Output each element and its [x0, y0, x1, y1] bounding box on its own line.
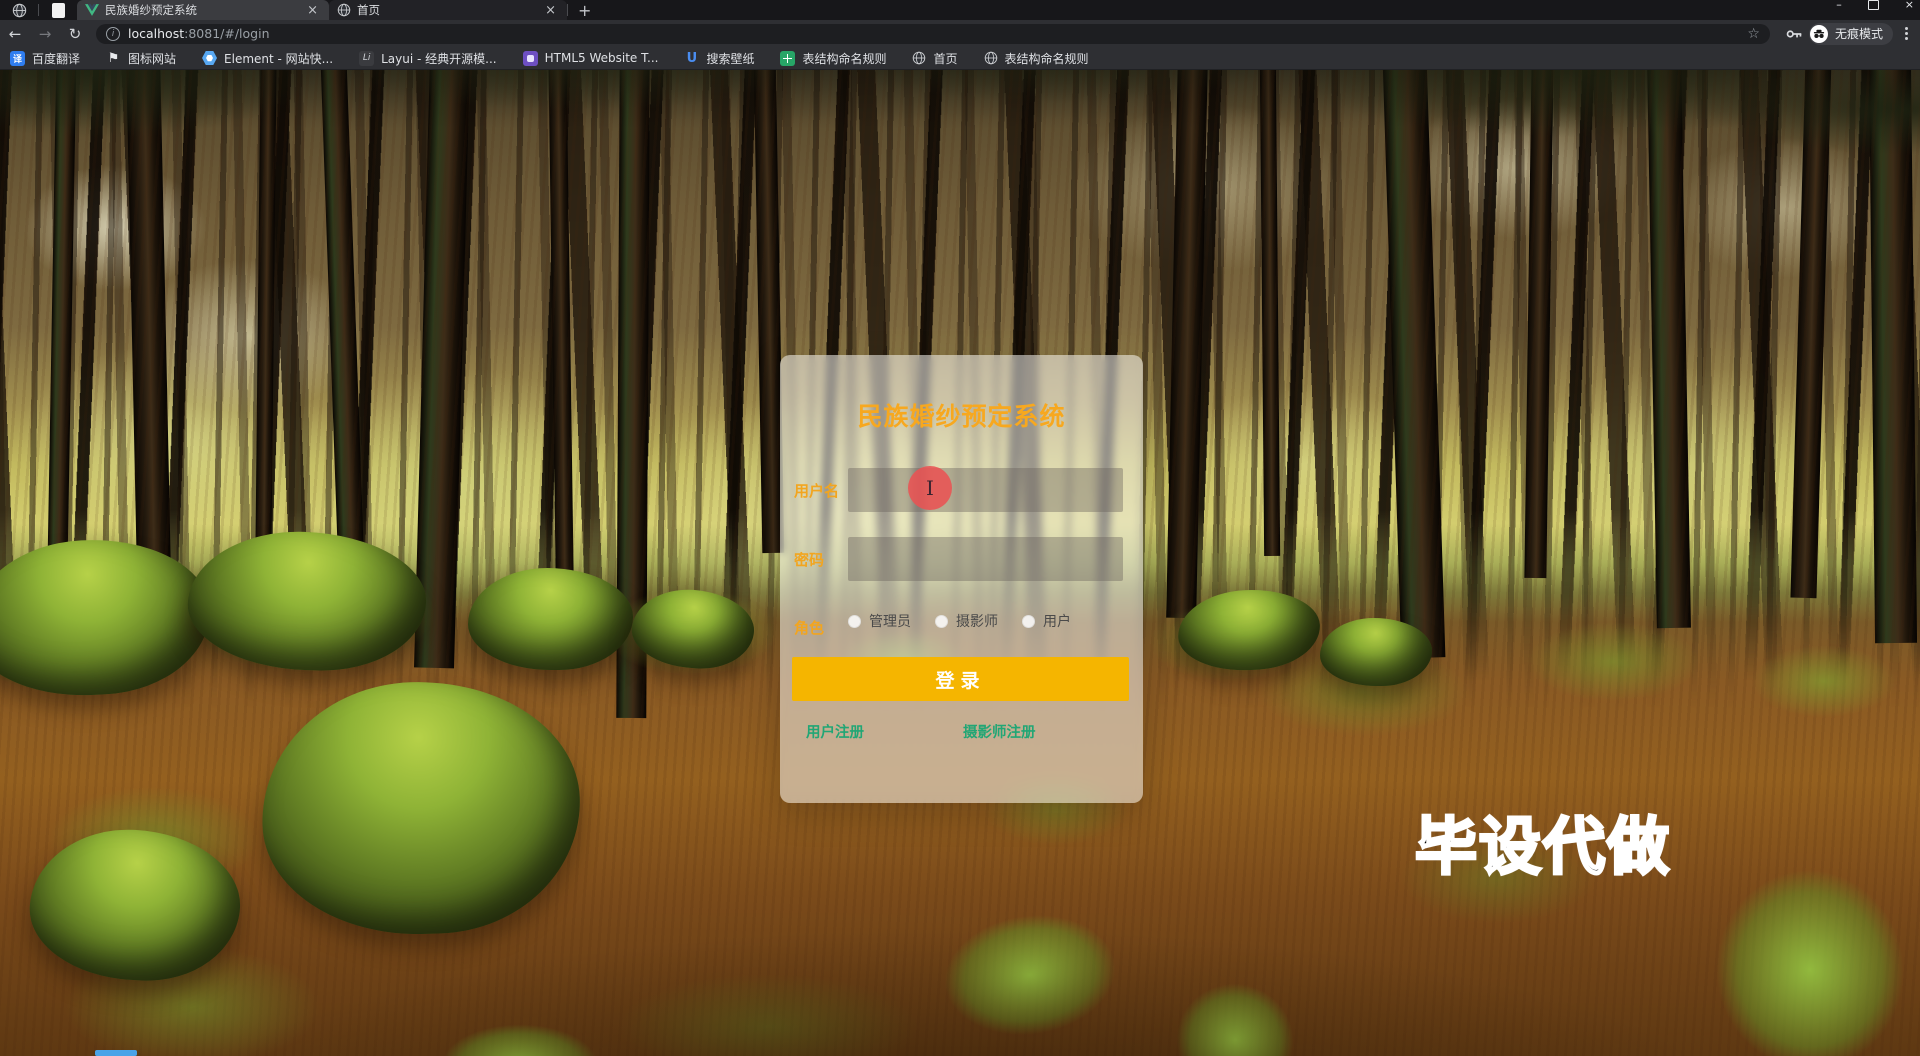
wallpaper-icon: U — [684, 51, 699, 66]
role-option-user[interactable]: 用户 — [1022, 611, 1071, 631]
tab-strip: 民族婚纱预定系统 × 首页 × + – × — [0, 0, 1920, 20]
bookmark-table-naming[interactable]: 表结构命名规则 — [780, 50, 886, 67]
bookmark-star-icon[interactable]: ☆ — [1747, 26, 1760, 42]
close-button[interactable]: × — [1905, 0, 1914, 10]
bookmark-wallpaper[interactable]: U 搜索壁纸 — [684, 50, 754, 67]
webpage-viewport: 民族婚纱预定系统 用户名 密码 角色 管理员 摄影师 用户 登 — [0, 70, 1920, 1056]
site-info-icon[interactable]: i — [106, 27, 120, 41]
incognito-badge: 无痕模式 — [1809, 23, 1893, 45]
role-radio-group: 管理员 摄影师 用户 — [848, 611, 1071, 631]
text-cursor-icon: I — [926, 476, 934, 500]
vue-icon — [85, 4, 99, 16]
restore-button[interactable] — [1868, 0, 1879, 10]
password-label: 密码 — [794, 549, 824, 570]
element-icon — [202, 51, 217, 66]
radio-icon[interactable] — [935, 615, 948, 628]
minimize-button[interactable]: – — [1836, 0, 1842, 10]
browser-menu-icon[interactable] — [1901, 27, 1920, 41]
username-label: 用户名 — [794, 480, 839, 501]
username-input[interactable] — [848, 468, 1123, 512]
role-option-admin[interactable]: 管理员 — [848, 611, 911, 631]
watermark-text: 毕设代做 — [1415, 796, 1671, 886]
incognito-label: 无痕模式 — [1835, 25, 1883, 42]
new-tab-button[interactable]: + — [568, 1, 601, 20]
browser-toolbar: ← → ↻ i localhost:8081/#/login ☆ 无痕模式 — [0, 20, 1920, 47]
window-controls: – × — [1836, 0, 1914, 12]
tab-pinned-blank[interactable] — [39, 0, 77, 20]
table-icon — [780, 51, 795, 66]
layui-icon: Li — [359, 51, 374, 66]
login-title: 民族婚纱预定系统 — [780, 397, 1143, 433]
role-option-photographer[interactable]: 摄影师 — [935, 611, 998, 631]
bookmark-element[interactable]: Element - 网站快... — [202, 50, 333, 67]
bookmark-html5-template[interactable]: HTML5 Website T... — [523, 51, 659, 66]
tab-active-login-system[interactable]: 民族婚纱预定系统 × — [77, 0, 329, 20]
click-highlight: I — [908, 466, 952, 510]
role-label: 角色 — [794, 617, 824, 638]
baidu-translate-icon: 译 — [10, 51, 25, 66]
tab-close-icon[interactable]: × — [542, 4, 559, 17]
login-button[interactable]: 登录 — [792, 657, 1129, 701]
password-key-icon[interactable] — [1786, 28, 1803, 40]
user-register-link[interactable]: 用户注册 — [806, 721, 864, 742]
back-button[interactable]: ← — [0, 25, 30, 43]
address-bar[interactable]: i localhost:8081/#/login ☆ — [96, 24, 1770, 44]
browser-window: 民族婚纱预定系统 × 首页 × + – × ← → ↻ i localhost:… — [0, 0, 1920, 1056]
incognito-icon — [1810, 25, 1828, 43]
tab-title: 首页 — [357, 2, 536, 18]
globe-icon — [12, 3, 27, 18]
bookmark-layui[interactable]: Li Layui - 经典开源模... — [359, 50, 496, 67]
globe-icon — [984, 51, 998, 65]
radio-icon[interactable] — [848, 615, 861, 628]
tab-home[interactable]: 首页 × — [329, 0, 567, 20]
url-path: :8081/#/login — [184, 26, 269, 41]
tab-close-icon[interactable]: × — [304, 4, 321, 17]
bookmark-icon-site[interactable]: ⚑ 图标网站 — [106, 50, 176, 67]
globe-icon — [912, 51, 926, 65]
url-text[interactable]: localhost:8081/#/login — [128, 26, 1747, 41]
bookmarks-bar: 译 百度翻译 ⚑ 图标网站 Element - 网站快... Li Layui … — [0, 47, 1920, 70]
password-input[interactable] — [848, 537, 1123, 581]
blank-page-icon — [52, 3, 65, 18]
video-progress-fragment — [95, 1050, 137, 1056]
login-card: 民族婚纱预定系统 用户名 密码 角色 管理员 摄影师 用户 登 — [780, 355, 1143, 803]
url-host: localhost — [128, 26, 184, 41]
bookmark-home[interactable]: 首页 — [912, 50, 957, 67]
flag-icon: ⚑ — [106, 51, 121, 66]
radio-icon[interactable] — [1022, 615, 1035, 628]
bookmark-baidu-translate[interactable]: 译 百度翻译 — [10, 50, 80, 67]
forward-button[interactable]: → — [30, 25, 60, 43]
globe-icon — [337, 3, 351, 17]
bookmark-table-naming-2[interactable]: 表结构命名规则 — [984, 50, 1089, 67]
html5-template-icon — [523, 51, 538, 66]
photographer-register-link[interactable]: 摄影师注册 — [963, 721, 1036, 742]
tab-title: 民族婚纱预定系统 — [105, 2, 298, 18]
tab-pinned-globe[interactable] — [0, 0, 38, 20]
refresh-button[interactable]: ↻ — [60, 25, 90, 43]
